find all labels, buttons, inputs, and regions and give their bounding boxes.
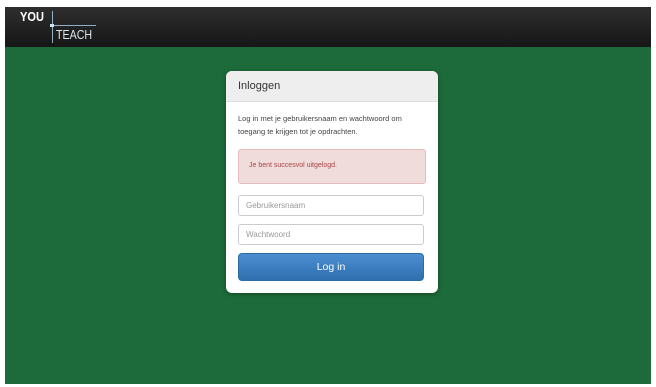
logo-vertical-line [52, 11, 53, 43]
top-navbar: YOU TEACH [5, 7, 651, 47]
login-panel: Inloggen Log in met je gebruikersnaam en… [226, 71, 438, 293]
login-button[interactable]: Log in [238, 253, 424, 281]
logo-horizontal-line [52, 25, 96, 26]
password-input[interactable] [238, 224, 424, 245]
youteach-logo[interactable]: YOU TEACH [17, 9, 107, 45]
login-intro-text: Log in met je gebruikersnaam en wachtwoo… [238, 114, 402, 136]
logo-text-you: YOU [20, 9, 44, 24]
logo-mark [50, 24, 54, 27]
login-panel-body: Log in met je gebruikersnaam en wachtwoo… [226, 102, 438, 281]
login-title: Inloggen [238, 80, 281, 92]
login-panel-header: Inloggen [226, 71, 438, 102]
app-window: YOU TEACH Inloggen Log in met je gebruik… [5, 7, 651, 384]
username-input[interactable] [238, 195, 424, 216]
logout-success-alert: Je bent succesvol uitgelogd. [238, 149, 426, 184]
logo-text-teach: TEACH [56, 27, 93, 42]
